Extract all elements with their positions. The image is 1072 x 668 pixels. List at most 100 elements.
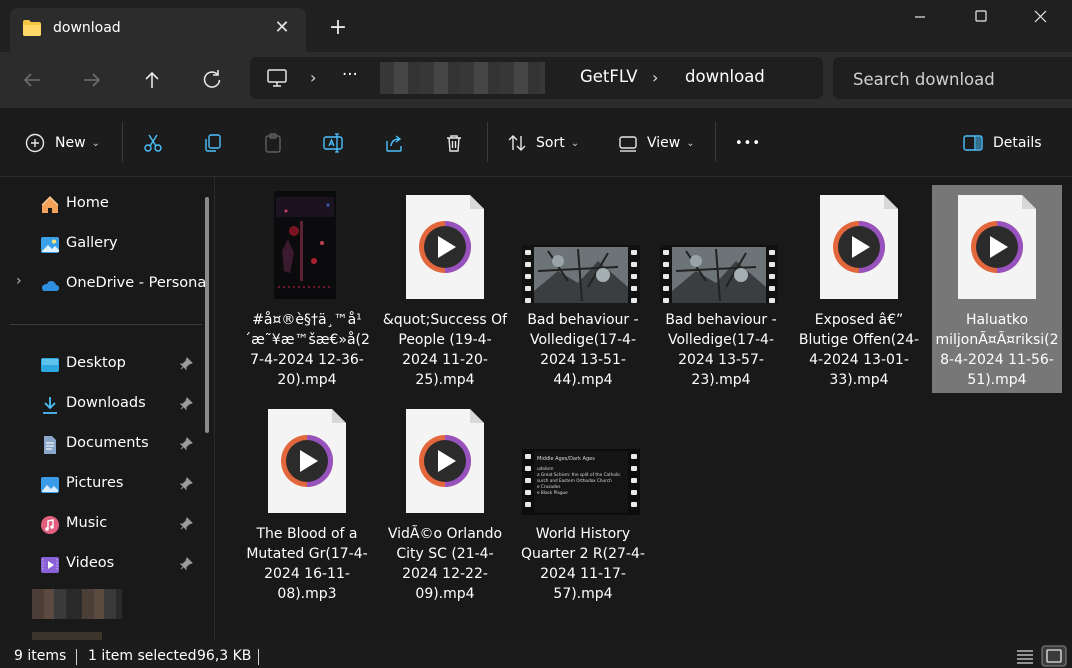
slide-line: Middle Ages/Dark Ages bbox=[537, 456, 595, 462]
slide-line: surch and Eastern Orthodox Church bbox=[537, 478, 612, 483]
divider bbox=[10, 324, 202, 325]
up-icon[interactable] bbox=[138, 66, 166, 94]
divider bbox=[122, 122, 123, 162]
file-item[interactable]: &quot;Success Of People (19-4-2024 11-20… bbox=[380, 185, 510, 393]
sidebar-scrollbar[interactable] bbox=[205, 197, 209, 433]
sidebar-item-documents[interactable]: Documents bbox=[0, 427, 205, 463]
sidebar-item-gallery[interactable]: Gallery bbox=[0, 227, 205, 263]
sidebar-item-label: Desktop bbox=[66, 355, 126, 371]
rename-icon[interactable] bbox=[322, 132, 344, 154]
close-window-icon[interactable] bbox=[1018, 6, 1064, 28]
details-button[interactable]: Details bbox=[962, 130, 1042, 156]
file-item[interactable]: Bad behaviour - Volledige(17-4-2024 13-5… bbox=[518, 185, 648, 393]
selection-size: 96,3 KB bbox=[197, 648, 252, 664]
tab-download[interactable]: download ✕ bbox=[10, 8, 306, 52]
close-tab-icon[interactable]: ✕ bbox=[272, 18, 292, 38]
sidebar-item-home[interactable]: Home bbox=[0, 187, 205, 223]
address-bar: › ··· GetFLV › download bbox=[0, 52, 1072, 108]
file-item[interactable]: VidÃ©o Orlando City SC (21-4-2024 12-22-… bbox=[380, 399, 510, 607]
breadcrumb-download[interactable]: download bbox=[685, 67, 765, 86]
view-label: View bbox=[647, 135, 681, 151]
command-bar: New ⌄ Sort ⌄ View ⌄ ••• Details bbox=[0, 108, 1072, 177]
pin-icon[interactable] bbox=[179, 397, 193, 411]
new-label: New bbox=[55, 135, 86, 151]
back-icon[interactable] bbox=[18, 66, 46, 94]
divider bbox=[487, 122, 488, 162]
sidebar-item-pictures[interactable]: Pictures bbox=[0, 467, 205, 503]
sidebar-item-music[interactable]: Music bbox=[0, 507, 205, 543]
sidebar-item-downloads[interactable]: Downloads bbox=[0, 387, 205, 423]
sidebar-item-videos[interactable]: Videos bbox=[0, 547, 205, 583]
divider bbox=[715, 122, 716, 162]
new-button[interactable]: New ⌄ bbox=[24, 130, 100, 156]
this-pc-icon[interactable] bbox=[266, 68, 288, 88]
file-item[interactable]: Exposed â€” Blutige Offen(24-4-2024 13-0… bbox=[794, 185, 924, 393]
new-tab-button[interactable]: + bbox=[326, 16, 350, 40]
onedrive-icon bbox=[42, 281, 59, 291]
file-name: Exposed â€” Blutige Offen(24-4-2024 13-0… bbox=[798, 312, 920, 388]
documents-icon bbox=[44, 436, 56, 454]
chevron-down-icon: ⌄ bbox=[570, 137, 580, 149]
pin-icon[interactable] bbox=[179, 357, 193, 371]
videos-icon bbox=[41, 557, 59, 573]
breadcrumb-getflv[interactable]: GetFLV bbox=[580, 67, 638, 86]
sidebar-item-onedrive[interactable]: › OneDrive - Personal bbox=[0, 267, 210, 303]
expand-chevron-icon[interactable]: › bbox=[16, 273, 22, 289]
breadcrumb-overflow[interactable]: ··· bbox=[342, 65, 358, 84]
pin-icon[interactable] bbox=[179, 517, 193, 531]
copy-icon[interactable] bbox=[202, 132, 224, 154]
search-input[interactable] bbox=[851, 67, 1065, 91]
media-file-icon bbox=[268, 409, 346, 513]
slide-line: e Crusades bbox=[537, 484, 560, 489]
share-icon[interactable] bbox=[383, 132, 405, 154]
sidebar-item-label: Music bbox=[66, 515, 108, 531]
file-item-selected[interactable]: Haluatko miljonÃ¤Ã¤riksi(28-4-2024 11-56… bbox=[932, 185, 1062, 393]
file-name: The Blood of a Mutated Gr(17-4-2024 16-1… bbox=[246, 526, 368, 602]
more-options-button[interactable]: ••• bbox=[735, 130, 761, 156]
video-thumbnail bbox=[522, 245, 640, 303]
file-item[interactable]: #å¤®è§†ä¸™å¹´æ˜¥æ™šæ€»å(27-4-2024 12-36-… bbox=[242, 185, 372, 393]
sort-icon bbox=[508, 135, 526, 151]
sidebar-item-label: Gallery bbox=[66, 235, 118, 251]
sort-button[interactable]: Sort ⌄ bbox=[506, 130, 579, 156]
tab-title: download bbox=[53, 20, 121, 36]
video-thumbnail: Middle Ages/Dark Ages udalism a Great Sc… bbox=[522, 449, 640, 515]
minimize-icon[interactable] bbox=[897, 6, 943, 28]
refresh-icon[interactable] bbox=[198, 66, 226, 94]
view-button[interactable]: View ⌄ bbox=[617, 130, 695, 156]
home-icon bbox=[41, 196, 59, 213]
item-count: 9 items bbox=[14, 648, 67, 664]
file-item[interactable]: The Blood of a Mutated Gr(17-4-2024 16-1… bbox=[242, 399, 372, 607]
file-item[interactable]: Bad behaviour - Volledige(17-4-2024 13-5… bbox=[656, 185, 786, 393]
chevron-right-icon: › bbox=[310, 68, 317, 87]
status-bar: 9 items 1 item selected 96,3 KB bbox=[0, 640, 1072, 668]
media-file-icon bbox=[820, 195, 898, 299]
chevron-down-icon: ⌄ bbox=[686, 137, 695, 149]
navigation-pane: Home Gallery › OneDrive - Personal Deskt… bbox=[0, 177, 215, 642]
delete-icon[interactable] bbox=[443, 132, 465, 154]
media-file-icon bbox=[958, 195, 1036, 299]
cut-icon[interactable] bbox=[142, 132, 164, 154]
forward-icon[interactable] bbox=[78, 66, 106, 94]
sidebar-item-label: Home bbox=[66, 195, 109, 211]
file-item[interactable]: Middle Ages/Dark Ages udalism a Great Sc… bbox=[518, 399, 648, 607]
sidebar-item-label: Videos bbox=[66, 555, 115, 571]
search-box[interactable] bbox=[833, 57, 1072, 99]
slide-line: e Black Plague bbox=[537, 490, 568, 495]
pin-icon[interactable] bbox=[179, 437, 193, 451]
sidebar-item-desktop[interactable]: Desktop bbox=[0, 347, 205, 383]
paste-icon[interactable] bbox=[262, 132, 284, 154]
title-bar: download ✕ + bbox=[0, 0, 1072, 52]
breadcrumb[interactable]: › ··· GetFLV › download bbox=[250, 57, 823, 99]
large-icons-view-icon[interactable] bbox=[1041, 645, 1067, 667]
divider bbox=[258, 649, 259, 665]
chevron-right-icon: › bbox=[652, 68, 659, 87]
media-file-icon bbox=[406, 409, 484, 513]
pin-icon[interactable] bbox=[179, 477, 193, 491]
pin-icon[interactable] bbox=[179, 557, 193, 571]
maximize-icon[interactable] bbox=[958, 6, 1004, 28]
sidebar-item-label: Documents bbox=[66, 435, 149, 451]
details-label: Details bbox=[993, 135, 1042, 151]
details-view-icon[interactable] bbox=[1013, 645, 1037, 667]
file-name: Bad behaviour - Volledige(17-4-2024 13-5… bbox=[527, 312, 639, 388]
